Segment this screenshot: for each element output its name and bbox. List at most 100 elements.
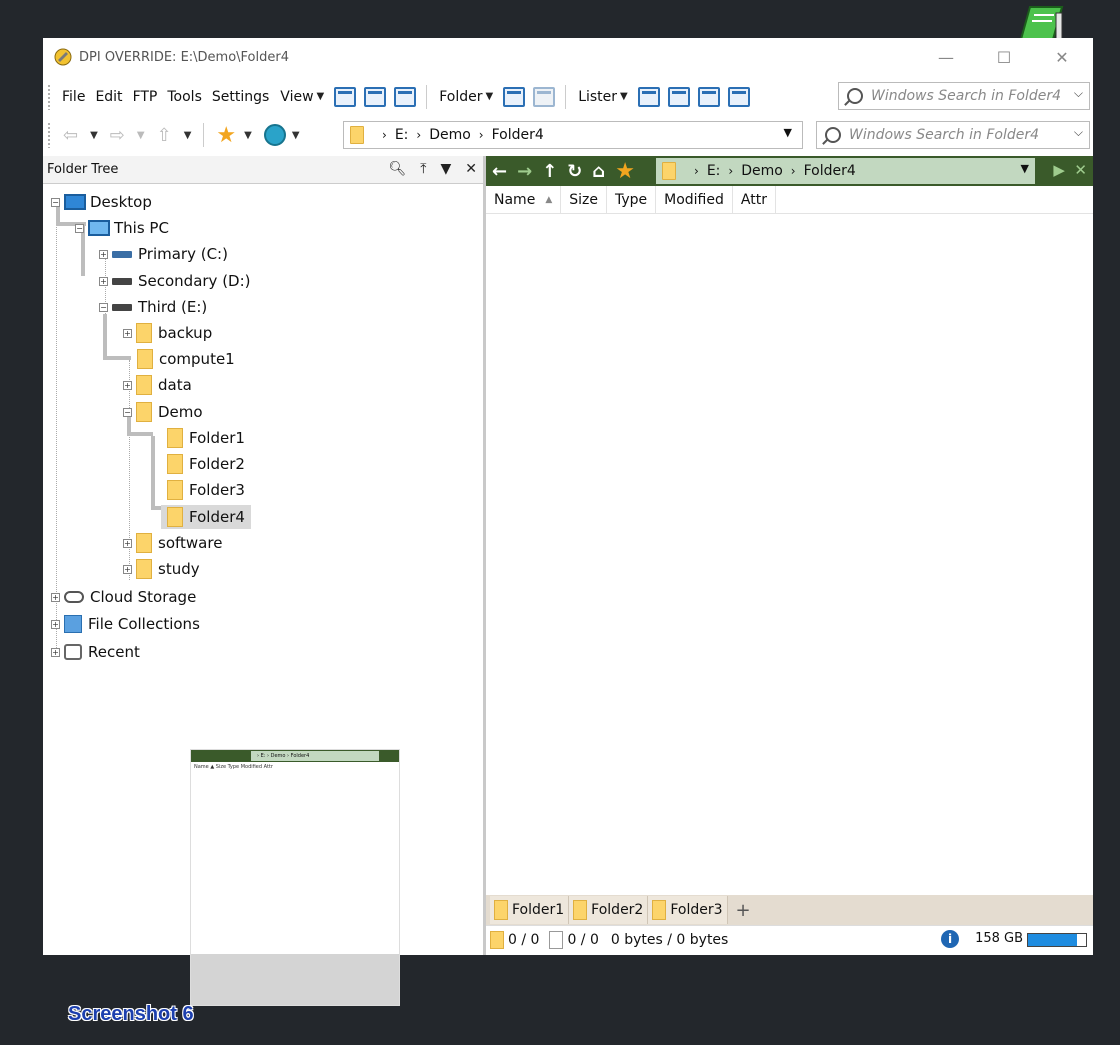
close-icon[interactable]: ✕ [1074,161,1087,179]
expand-icon[interactable]: + [123,328,132,338]
expand-icon[interactable]: + [99,249,108,259]
tree-node-primary-drive[interactable]: + Primary (C:) [99,242,228,266]
menu-settings[interactable]: Settings [207,89,274,105]
info-icon[interactable]: i [941,930,959,948]
forward-icon[interactable]: ⇨ [110,125,125,146]
chevron-down-icon[interactable]: ▼ [90,130,98,141]
layout-dual-icon[interactable] [394,86,417,107]
column-attr[interactable]: Attr [733,185,776,214]
expand-icon[interactable]: + [99,276,108,286]
chevron-down-icon[interactable]: ▼ [137,130,145,141]
toolbar-grip[interactable] [47,83,51,110]
back-icon[interactable]: ⇦ [63,125,78,146]
column-name[interactable]: Name ▲ [486,185,562,214]
home-icon[interactable]: ⌂ [592,161,605,182]
tree-node-cloud-storage[interactable]: + Cloud Storage [51,585,196,609]
expand-icon[interactable]: + [51,592,60,602]
folder-menu-button[interactable]: Folder [433,89,485,105]
tree-node-study[interactable]: + study [123,557,200,581]
tree-node-demo[interactable]: − Demo [123,400,203,424]
breadcrumb-drive[interactable]: E: [707,163,721,179]
collapse-icon[interactable]: − [123,407,132,417]
chevron-down-icon[interactable]: ▼ [1021,162,1029,175]
dual-vertical-icon[interactable] [667,86,690,107]
collapse-icon[interactable]: − [99,302,108,312]
dual-horizontal-icon[interactable] [697,86,720,107]
breadcrumb-folder4[interactable]: Folder4 [804,163,856,179]
tree-node-file-collections[interactable]: + File Collections [51,612,200,636]
back-icon[interactable]: ← [492,161,507,182]
chevron-down-icon[interactable]: ▼ [184,130,192,141]
layout-details-icon[interactable] [334,86,357,107]
tree-node-compute1[interactable]: compute1 [137,347,235,371]
favorites-star-icon[interactable]: ★ [216,123,236,148]
location-bar[interactable]: › E: › Demo › Folder4 ▼ [343,121,803,149]
tree-node-folder1[interactable]: Folder1 [167,426,245,450]
collapse-icon[interactable]: − [75,223,84,233]
pin-top-icon[interactable]: ⤒ [420,161,426,177]
lister-menu-button[interactable]: Lister [572,89,620,105]
expand-icon[interactable]: + [51,647,60,657]
file-list[interactable] [486,214,1093,895]
chevron-down-icon[interactable]: ⌵ [1074,125,1083,140]
tree-node-this-pc[interactable]: − This PC [75,216,169,240]
expand-icon[interactable]: + [123,380,132,390]
chevron-down-icon[interactable]: ⌵ [1074,86,1083,101]
breadcrumb-drive[interactable]: E: [395,127,409,143]
collapse-icon[interactable]: − [51,197,60,207]
up-icon[interactable]: ↑ [542,161,557,182]
lister-search-input[interactable]: Windows Search in Folder4 ⌵ [816,121,1090,149]
tab-folder2[interactable]: Folder2 [569,896,649,924]
favorites-star-icon[interactable]: ★ [615,159,635,184]
tree-node-backup[interactable]: + backup [123,321,212,345]
chevron-down-icon[interactable]: ▼ [440,161,451,177]
viewer-pane-icon[interactable] [727,86,750,107]
single-pane-icon[interactable] [637,86,660,107]
play-icon[interactable]: ▶ [1053,161,1065,179]
expand-icon[interactable]: + [51,619,60,629]
tree-node-data[interactable]: + data [123,373,192,397]
toolbar-grip[interactable] [47,122,51,148]
breadcrumb-demo[interactable]: Demo [741,163,783,179]
breadcrumb-folder4[interactable]: Folder4 [492,127,544,143]
menu-edit[interactable]: Edit [90,89,127,105]
up-icon[interactable]: ⇧ [157,125,172,146]
expand-icon[interactable]: + [123,538,132,548]
forward-icon[interactable]: → [517,161,532,182]
tree-search-icon[interactable]: 🔍︎ [389,161,407,177]
close-icon[interactable]: ✕ [465,161,477,177]
menu-ftp[interactable]: FTP [128,89,163,105]
expand-icon[interactable]: + [123,564,132,574]
maximize-button[interactable]: ☐ [975,38,1033,76]
refresh-icon[interactable]: ↻ [567,161,582,182]
tree-node-secondary-drive[interactable]: + Secondary (D:) [99,269,251,293]
tree-node-desktop[interactable]: − Desktop [51,190,152,214]
menu-tools[interactable]: Tools [162,89,207,105]
tree-node-folder4[interactable]: Folder4 [161,505,251,529]
tree-node-software[interactable]: + software [123,531,222,555]
title-bar[interactable]: DPI OVERRIDE: E:\Demo\Folder4 — ☐ ✕ [43,38,1093,76]
thumbnails-icon[interactable] [503,86,526,107]
chevron-down-icon[interactable]: ▼ [244,130,252,141]
close-button[interactable]: ✕ [1033,38,1091,76]
network-globe-icon[interactable] [263,124,286,146]
breadcrumb-demo[interactable]: Demo [429,127,471,143]
minimize-button[interactable]: — [917,38,975,76]
chevron-down-icon[interactable]: ▼ [784,126,792,139]
lister-location-bar[interactable]: › E: › Demo › Folder4 ▼ [656,158,1035,184]
chevron-down-icon[interactable]: ▼ [292,130,300,141]
view-menu-button[interactable]: View [274,89,316,105]
column-size[interactable]: Size [561,185,607,214]
tab-folder3[interactable]: Folder3 [648,896,728,924]
tree-node-folder2[interactable]: Folder2 [167,452,245,476]
tree-node-recent[interactable]: + Recent [51,640,140,664]
column-modified[interactable]: Modified [656,185,733,214]
add-tab-button[interactable]: + [728,896,755,924]
tiles-icon[interactable] [533,86,556,107]
search-input[interactable]: Windows Search in Folder4 ⌵ [838,82,1090,110]
tab-folder1[interactable]: Folder1 [490,896,570,924]
menu-file[interactable]: File [57,89,90,105]
tree-node-third-drive[interactable]: − Third (E:) [99,295,207,319]
column-type[interactable]: Type [607,185,657,214]
layout-preview-icon[interactable] [364,86,387,107]
